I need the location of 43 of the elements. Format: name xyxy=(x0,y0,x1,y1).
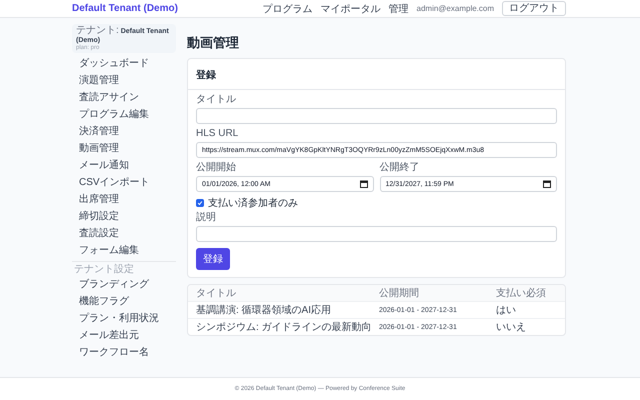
sidebar-item[interactable]: 動画管理 xyxy=(72,140,176,157)
field-label: タイトル xyxy=(196,94,237,106)
checkbox[interactable] xyxy=(196,199,204,207)
table-cell-text: いいえ xyxy=(496,321,527,334)
sidebar-item[interactable]: ダッシュボード xyxy=(72,55,176,72)
sidebar-item[interactable]: 機能フラグ xyxy=(72,293,176,310)
table-cell-text: 基調講演: 循環器領域のAI応用 xyxy=(196,304,332,317)
sidebar-item[interactable]: プラン・利用状況 xyxy=(72,310,176,327)
nav-link[interactable]: 管理 xyxy=(388,2,409,16)
submit-button[interactable]: 登録 xyxy=(196,248,230,270)
field-label: 公開終了 xyxy=(380,162,420,174)
card-title: 登録 xyxy=(196,70,216,81)
sidebar-item[interactable]: プログラム編集 xyxy=(72,106,176,123)
column-header: 公開期間 xyxy=(379,286,420,300)
nav-link[interactable]: マイポータル xyxy=(320,2,381,16)
field-label: 公開開始 xyxy=(196,162,237,174)
sidebar-item[interactable]: 締切設定 xyxy=(72,208,176,225)
section-label: テナント設定 xyxy=(73,264,135,276)
brand-title[interactable]: Default Tenant (Demo) xyxy=(72,3,178,14)
page-title: 動画管理 xyxy=(187,34,240,52)
sidebar-item[interactable]: 査読アサイン xyxy=(72,89,176,106)
calendar-icon xyxy=(360,180,368,188)
sidebar-item[interactable]: 査読設定 xyxy=(72,225,176,242)
field-label: 説明 xyxy=(196,212,217,224)
nav-link[interactable]: プログラム xyxy=(262,2,313,16)
sidebar-item[interactable]: ブランディング xyxy=(72,276,176,293)
column-header: タイトル xyxy=(196,287,237,300)
field-label: HLS URL xyxy=(196,128,240,140)
calendar-icon xyxy=(543,180,551,188)
sidebar-item[interactable]: 演題管理 xyxy=(72,72,176,89)
user-email: admin@example.com xyxy=(416,4,494,13)
checkbox-label: 支払い済参加者のみ xyxy=(208,196,298,210)
table-cell-text: シンポジウム: ガイドラインの最新動向 xyxy=(196,320,373,334)
sidebar-item[interactable]: 出席管理 xyxy=(72,191,176,208)
column-header: 支払い必須 xyxy=(496,286,547,300)
sidebar-item[interactable]: フォーム編集 xyxy=(72,242,176,259)
sidebar-item[interactable]: メール通知 xyxy=(72,157,176,174)
sidebar-item[interactable]: メール差出元 xyxy=(72,327,176,344)
sidebar-item[interactable]: 決済管理 xyxy=(72,123,176,140)
sidebar-item[interactable]: ワークフロー名 xyxy=(72,344,176,361)
table-cell-text: はい xyxy=(496,304,517,317)
logout-button[interactable]: ログアウト xyxy=(502,1,566,16)
sidebar-item[interactable]: CSVインポート xyxy=(72,174,176,191)
